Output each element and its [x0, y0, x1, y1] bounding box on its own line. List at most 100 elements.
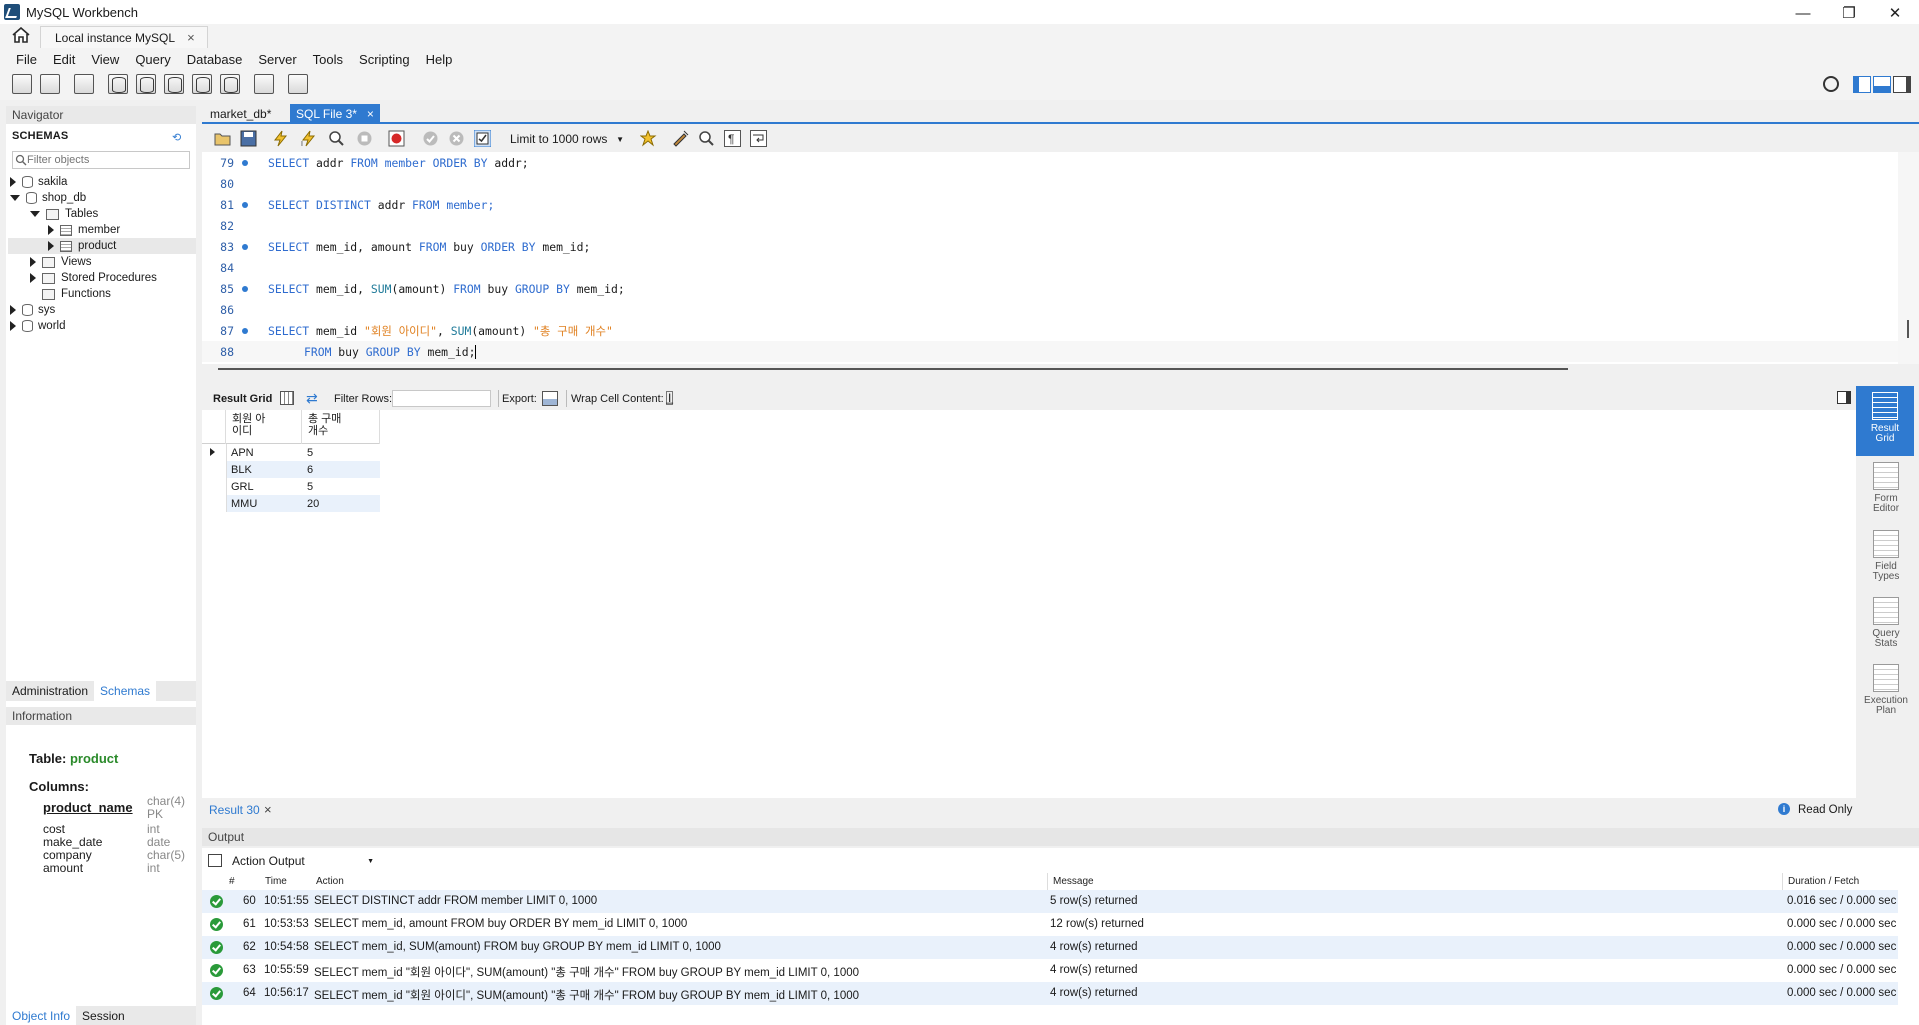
search-table-data-icon[interactable]: [254, 74, 274, 94]
close-window-button[interactable]: ✕: [1872, 0, 1918, 26]
table-row[interactable]: BLK 6: [202, 461, 380, 478]
find-icon[interactable]: [698, 130, 715, 147]
expand-arrow-icon[interactable]: [30, 273, 36, 283]
cell-id[interactable]: APN: [226, 444, 254, 461]
tree-item-tables[interactable]: Tables: [30, 206, 98, 222]
menu-edit[interactable]: Edit: [45, 52, 83, 67]
tab-sql-file-3[interactable]: SQL File 3* ×: [290, 104, 380, 124]
home-icon[interactable]: [12, 27, 30, 43]
close-icon[interactable]: ×: [367, 107, 374, 121]
cell-count[interactable]: 6: [302, 461, 380, 478]
tab-session[interactable]: Session: [76, 1006, 131, 1025]
expand-arrow-icon[interactable]: [48, 225, 54, 235]
toggle-sidebar-icon[interactable]: [1853, 76, 1871, 93]
reconnect-icon[interactable]: [288, 74, 308, 94]
refresh-icon[interactable]: ⟲: [172, 131, 181, 144]
commit-icon[interactable]: [422, 130, 439, 147]
tree-item-member[interactable]: member: [48, 222, 120, 238]
cell-id[interactable]: BLK: [226, 461, 302, 478]
execute-icon[interactable]: [272, 130, 289, 147]
tab-object-info[interactable]: Object Info: [6, 1006, 77, 1025]
result-grid[interactable]: 회원 아 이디 총 구매 개수 APN 5 BLK 6 GRL 5 MMU 20: [202, 410, 1856, 798]
invisible-chars-icon[interactable]: ¶: [724, 130, 741, 147]
close-icon[interactable]: ×: [264, 802, 272, 817]
create-function-icon[interactable]: [220, 74, 240, 94]
rollback-icon[interactable]: [448, 130, 465, 147]
list-item[interactable]: 62 10:54:58 SELECT mem_id, SUM(amount) F…: [202, 936, 1898, 959]
menu-query[interactable]: Query: [127, 52, 178, 67]
query-stats-button[interactable]: Query Stats: [1856, 597, 1916, 649]
cell-id[interactable]: GRL: [226, 478, 254, 495]
table-row[interactable]: MMU 20: [202, 495, 380, 512]
form-editor-button[interactable]: Form Editor: [1856, 462, 1916, 514]
execution-plan-button[interactable]: Execution Plan: [1856, 664, 1916, 716]
column-header[interactable]: Message: [1053, 876, 1094, 887]
tree-item-functions[interactable]: Functions: [30, 286, 111, 302]
menu-server[interactable]: Server: [250, 52, 304, 67]
field-types-button[interactable]: Field Types: [1856, 530, 1916, 582]
open-sql-script-icon[interactable]: [40, 74, 60, 94]
filter-objects-field[interactable]: [12, 151, 190, 169]
schema-sakila[interactable]: sakila: [10, 174, 67, 190]
scrollbar-thumb[interactable]: [1907, 320, 1909, 338]
create-procedure-icon[interactable]: [192, 74, 212, 94]
expand-arrow-icon[interactable]: [10, 305, 16, 315]
add-snippet-icon[interactable]: [640, 130, 657, 147]
tab-administration[interactable]: Administration: [6, 681, 94, 701]
table-row[interactable]: GRL 5: [202, 478, 380, 495]
cell-count[interactable]: 5: [302, 444, 313, 461]
menu-help[interactable]: Help: [418, 52, 461, 67]
editor-vertical-scrollbar[interactable]: [1898, 152, 1919, 364]
refresh-icon[interactable]: ⇄: [306, 390, 318, 407]
collapse-arrow-icon[interactable]: [30, 211, 40, 217]
list-item[interactable]: 64 10:56:17 SELECT mem_id "회원 아이디", SUM(…: [202, 982, 1898, 1005]
create-schema-icon[interactable]: [108, 74, 128, 94]
export-icon[interactable]: [542, 391, 558, 406]
tree-item-stored-procedures[interactable]: Stored Procedures: [30, 270, 157, 286]
tree-item-views[interactable]: Views: [30, 254, 91, 270]
settings-icon[interactable]: [1823, 76, 1839, 92]
grid-view-icon[interactable]: [280, 391, 294, 405]
open-file-icon[interactable]: [214, 130, 231, 147]
column-header[interactable]: #: [229, 876, 235, 887]
expand-arrow-icon[interactable]: [10, 321, 16, 331]
limit-rows-select[interactable]: Limit to 1000 rows ▼: [506, 129, 628, 149]
table-row[interactable]: APN 5: [202, 444, 380, 461]
sql-editor[interactable]: 79 SELECT addr FROM member ORDER BY addr…: [202, 152, 1898, 364]
stop-icon[interactable]: [356, 130, 373, 147]
minimize-button[interactable]: —: [1780, 0, 1826, 26]
result-grid-view-button[interactable]: Result Grid: [1856, 386, 1914, 456]
output-type-select[interactable]: Action Output ▼: [228, 852, 378, 870]
beautify-icon[interactable]: [672, 130, 689, 147]
explain-icon[interactable]: [328, 130, 345, 147]
editor-horizontal-scrollbar[interactable]: [218, 368, 1568, 370]
word-wrap-icon[interactable]: [750, 130, 767, 147]
column-header[interactable]: 총 구매 개수: [302, 410, 380, 444]
expand-arrow-icon[interactable]: [10, 177, 16, 187]
schema-shop-db[interactable]: shop_db: [10, 190, 86, 206]
wrap-cell-icon[interactable]: I̲: [666, 391, 674, 405]
new-sql-tab-icon[interactable]: [12, 74, 32, 94]
cell-count[interactable]: 20: [302, 495, 380, 512]
schema-world[interactable]: world: [10, 318, 65, 334]
menu-scripting[interactable]: Scripting: [351, 52, 418, 67]
execute-current-icon[interactable]: I: [300, 130, 317, 147]
column-header[interactable]: Time: [265, 876, 287, 887]
tree-item-product[interactable]: product: [48, 238, 116, 254]
toggle-panel-icon[interactable]: [1837, 391, 1851, 404]
tab-result-30[interactable]: Result 30: [209, 803, 260, 817]
toggle-output-icon[interactable]: [1873, 76, 1891, 93]
menu-database[interactable]: Database: [179, 52, 251, 67]
column-header[interactable]: Duration / Fetch: [1788, 876, 1859, 887]
expand-arrow-icon[interactable]: [30, 257, 36, 267]
filter-rows-input[interactable]: [392, 390, 491, 407]
save-icon[interactable]: [240, 130, 257, 147]
collapse-arrow-icon[interactable]: [10, 195, 20, 201]
close-icon[interactable]: ×: [187, 30, 195, 45]
cell-count[interactable]: 5: [302, 478, 313, 495]
menu-view[interactable]: View: [83, 52, 127, 67]
list-item[interactable]: 63 10:55:59 SELECT mem_id "회원 아이다", SUM(…: [202, 959, 1898, 982]
expand-arrow-icon[interactable]: [48, 241, 54, 251]
toggle-secondary-sidebar-icon[interactable]: [1893, 76, 1911, 93]
create-table-icon[interactable]: [136, 74, 156, 94]
